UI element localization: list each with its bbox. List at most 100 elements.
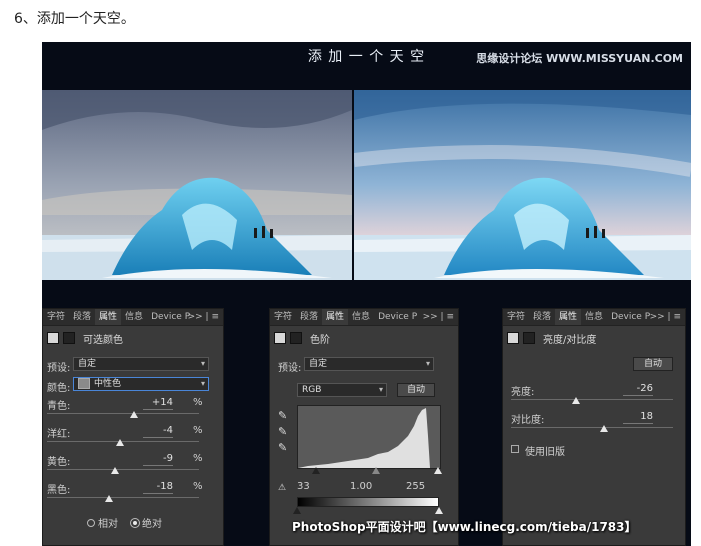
panel-menu-button[interactable]: >> | ≡ (650, 309, 681, 325)
black-eyedropper-icon[interactable]: ✎ (278, 409, 287, 422)
output-black-thumb[interactable] (293, 507, 301, 514)
preset-label: 预设: (278, 363, 302, 374)
preset-value: 自定 (309, 359, 328, 369)
panel-header: 可选颜色 (47, 331, 123, 346)
warning-icon: ⚠ (278, 483, 287, 493)
sun-icon (507, 332, 519, 344)
brightness-slider[interactable] (511, 399, 673, 400)
cyan-slider[interactable] (47, 413, 199, 414)
brightness-value[interactable]: -26 (623, 383, 653, 396)
step-heading: 6、添加一个天空。 (14, 11, 135, 27)
black-slider[interactable] (47, 497, 199, 498)
input-black[interactable]: 33 (297, 481, 310, 492)
cyan-unit: % (193, 397, 203, 408)
cyan-label: 青色: (47, 401, 71, 412)
cyan-slider-thumb[interactable] (130, 411, 138, 418)
panel-tabs: 字符 段落 属性 信息 Device P >> | ≡ (270, 309, 458, 326)
black-point-thumb[interactable] (312, 467, 320, 474)
white-eyedropper-icon[interactable]: ✎ (278, 441, 287, 454)
chevron-down-icon: ▾ (200, 379, 205, 388)
radio-absolute[interactable]: 绝对 (131, 515, 162, 530)
yellow-unit: % (193, 453, 203, 464)
tab-info[interactable]: 信息 (121, 309, 147, 325)
radio-relative-label: 相对 (98, 519, 118, 530)
panel-menu-button[interactable]: >> | ≡ (423, 309, 454, 325)
mask-icon[interactable] (63, 332, 75, 344)
black-unit: % (193, 481, 203, 492)
radio-relative-dot[interactable] (87, 518, 95, 527)
contrast-slider[interactable] (511, 427, 673, 428)
colors-value: 中性色 (94, 379, 122, 389)
tab-info[interactable]: 信息 (348, 309, 374, 325)
panel-title: 亮度/对比度 (543, 334, 597, 346)
levels-panel: 字符 段落 属性 信息 Device P >> | ≡ 色阶 预设: 自定 ▾ R… (269, 308, 459, 546)
contrast-value[interactable]: 18 (623, 411, 653, 424)
panel-title: 色阶 (310, 334, 330, 346)
selective-color-icon (47, 332, 59, 344)
yellow-label: 黄色: (47, 457, 71, 468)
tab-character[interactable]: 字符 (270, 309, 296, 325)
tab-character[interactable]: 字符 (43, 309, 69, 325)
black-value[interactable]: -18 (143, 481, 173, 494)
gray-eyedropper-icon[interactable]: ✎ (278, 425, 287, 438)
tab-device-preview[interactable]: Device P (374, 309, 421, 325)
white-point-thumb[interactable] (434, 467, 442, 474)
brightness-contrast-panel: 字符 段落 属性 信息 Device P >> | ≡ 亮度/对比度 自动 亮度… (502, 308, 686, 546)
chevron-down-icon: ▾ (200, 359, 205, 368)
preset-label: 预设: (47, 363, 71, 374)
black-slider-thumb[interactable] (105, 495, 113, 502)
magenta-slider-thumb[interactable] (116, 439, 124, 446)
watermark: 思缘设计论坛 WWW.MISSYUAN.COM (476, 52, 683, 65)
color-swatch (78, 378, 90, 389)
brightness-label: 亮度: (511, 387, 535, 398)
mask-icon[interactable] (523, 332, 535, 344)
magenta-unit: % (193, 425, 203, 436)
preset-dropdown[interactable]: 自定 ▾ (304, 357, 434, 371)
radio-absolute-dot[interactable] (131, 518, 139, 527)
contrast-label: 对比度: (511, 415, 545, 426)
magenta-value[interactable]: -4 (143, 425, 173, 438)
before-image (42, 90, 352, 280)
tab-paragraph[interactable]: 段落 (296, 309, 322, 325)
mask-icon[interactable] (290, 332, 302, 344)
yellow-slider[interactable] (47, 469, 199, 470)
output-gradient (297, 497, 439, 507)
radio-relative[interactable]: 相对 (87, 515, 118, 530)
input-gamma[interactable]: 1.00 (350, 481, 372, 492)
channel-dropdown[interactable]: RGB ▾ (297, 383, 387, 397)
gamma-thumb[interactable] (372, 467, 380, 474)
magenta-label: 洋红: (47, 429, 71, 440)
chevron-down-icon: ▾ (425, 359, 430, 368)
preset-dropdown[interactable]: 自定 ▾ (73, 357, 209, 371)
tab-paragraph[interactable]: 段落 (529, 309, 555, 325)
tab-device-preview[interactable]: Device P (607, 309, 654, 325)
panel-tabs: 字符 段落 属性 信息 Device P >> | ≡ (503, 309, 685, 326)
after-image (354, 90, 691, 280)
auto-button[interactable]: 自动 (397, 383, 435, 397)
yellow-slider-thumb[interactable] (111, 467, 119, 474)
tab-properties[interactable]: 属性 (555, 309, 582, 325)
tab-paragraph[interactable]: 段落 (69, 309, 95, 325)
tab-character[interactable]: 字符 (503, 309, 529, 325)
selective-color-panel: 字符 段落 属性 信息 Device P >> | ≡ 可选颜色 预设: 自定 ▾… (42, 308, 224, 546)
tab-properties[interactable]: 属性 (95, 309, 122, 325)
panel-menu-button[interactable]: >> | ≡ (188, 309, 219, 325)
panel-header: 色阶 (274, 331, 330, 346)
tab-info[interactable]: 信息 (581, 309, 607, 325)
chevron-down-icon: ▾ (378, 385, 383, 394)
tab-properties[interactable]: 属性 (322, 309, 349, 325)
tutorial-image: 添 加 一 个 天 空 思缘设计论坛 WWW.MISSYUAN.COM 字符 段… (42, 42, 691, 546)
preset-value: 自定 (78, 359, 97, 369)
panel-header: 亮度/对比度 (507, 331, 597, 346)
credit-watermark: PhotoShop平面设计吧【www.linecg.com/tieba/1783… (292, 520, 637, 534)
output-white-thumb[interactable] (435, 507, 443, 514)
auto-button[interactable]: 自动 (633, 357, 673, 371)
legacy-checkbox[interactable] (511, 445, 519, 453)
channel-value: RGB (302, 385, 322, 395)
cyan-value[interactable]: +14 (143, 397, 173, 410)
yellow-value[interactable]: -9 (143, 453, 173, 466)
contrast-slider-thumb[interactable] (600, 425, 608, 432)
brightness-slider-thumb[interactable] (572, 397, 580, 404)
colors-dropdown[interactable]: 中性色 ▾ (73, 377, 209, 391)
input-white[interactable]: 255 (406, 481, 425, 492)
